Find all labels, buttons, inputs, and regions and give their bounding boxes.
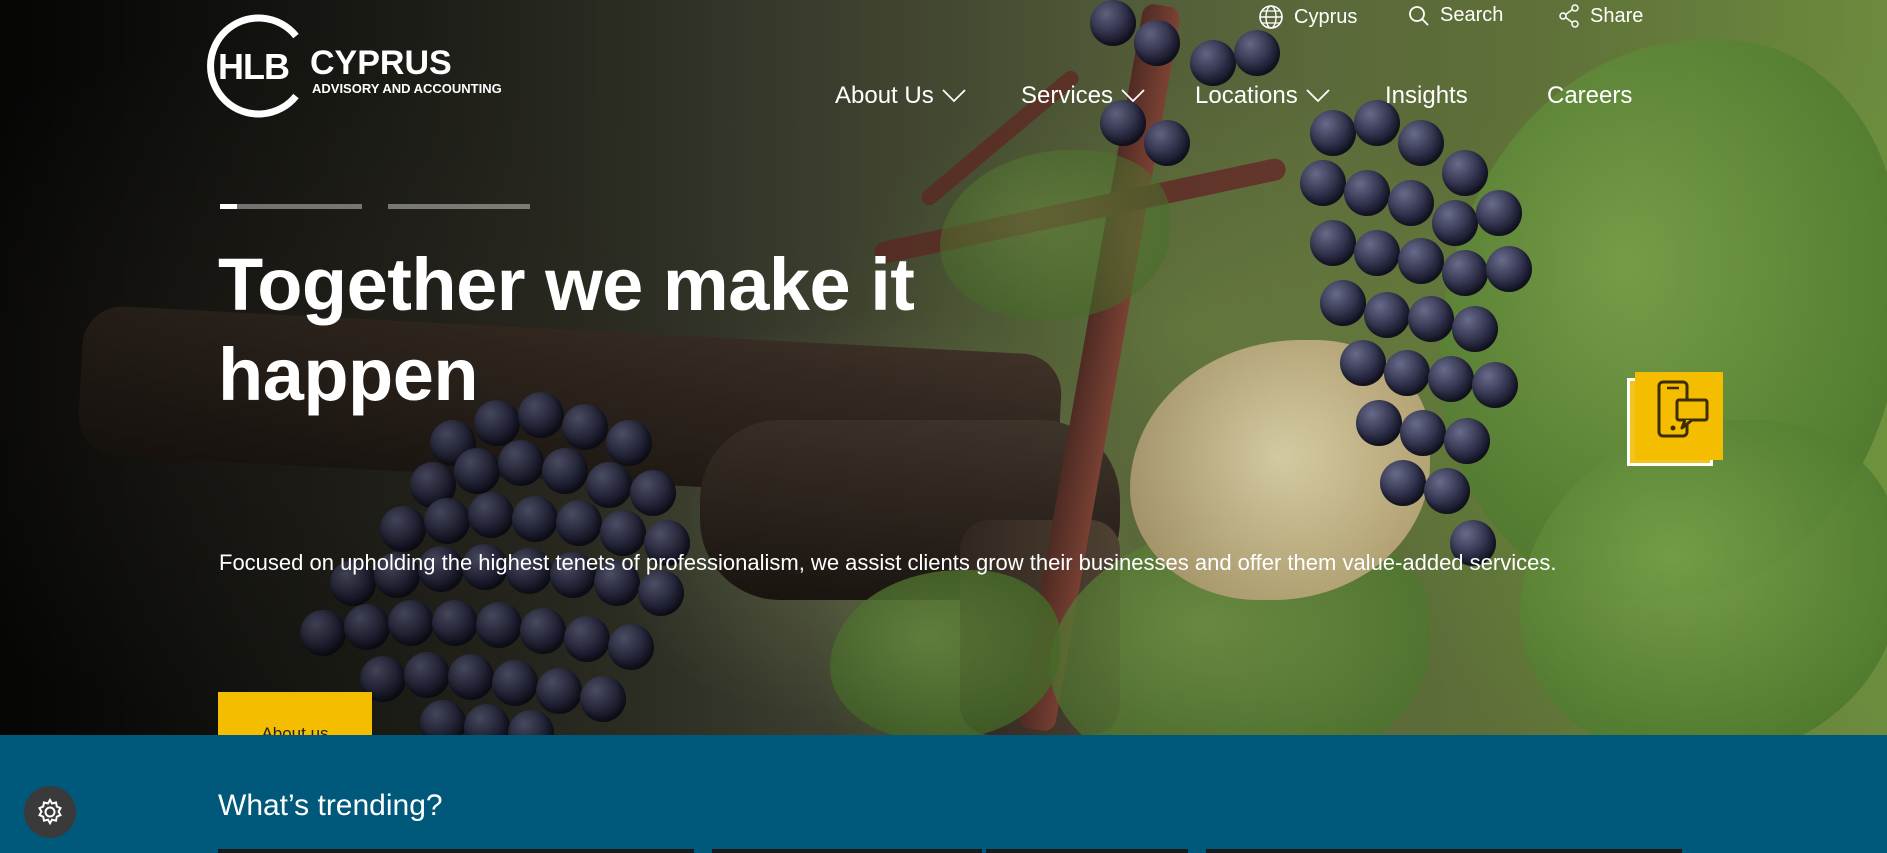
chevron-down-icon xyxy=(1306,89,1330,103)
nav-label: Insights xyxy=(1385,82,1468,109)
logo-name: CYPRUS xyxy=(310,44,452,82)
share-button[interactable]: Share xyxy=(1558,4,1643,28)
trend-card-edge xyxy=(218,849,694,853)
trending-title: What’s trending? xyxy=(218,789,443,822)
contact-button-face xyxy=(1635,372,1723,460)
nav-services[interactable]: Services xyxy=(1021,82,1145,110)
region-selector[interactable]: Cyprus xyxy=(1258,4,1357,30)
search-label: Search xyxy=(1440,4,1504,26)
trending-section-overlap xyxy=(0,735,1887,775)
chevron-down-icon xyxy=(942,89,966,103)
contact-chat-button[interactable] xyxy=(1627,372,1723,468)
globe-icon xyxy=(1259,5,1283,29)
region-label: Cyprus xyxy=(1294,5,1358,28)
share-icon xyxy=(1559,4,1579,28)
slide-progress-fill xyxy=(220,204,238,209)
nav-about-us[interactable]: About Us xyxy=(835,82,966,110)
nav-label: About Us xyxy=(835,82,934,109)
trend-card-edge xyxy=(712,849,982,853)
cookie-settings-button[interactable] xyxy=(24,786,76,838)
nav-careers[interactable]: Careers xyxy=(1547,82,1632,110)
nav-label: Services xyxy=(1021,82,1114,109)
nav-insights[interactable]: Insights xyxy=(1385,82,1468,110)
slide-indicator-2[interactable] xyxy=(388,204,530,209)
hero-subtext: Focused on upholding the highest tenets … xyxy=(219,550,1557,575)
logo-tagline: ADVISORY AND ACCOUNTING xyxy=(312,81,502,96)
nav-locations[interactable]: Locations xyxy=(1195,82,1330,110)
logo-graphic: HLB CYPRUS ADVISORY AND ACCOUNTING xyxy=(207,14,502,118)
chevron-down-icon xyxy=(1121,89,1145,103)
share-label: Share xyxy=(1590,4,1644,27)
trend-card-edge xyxy=(1206,849,1682,853)
hero-headline: Together we make it happen xyxy=(218,243,915,416)
logo-mark: HLB xyxy=(218,46,289,87)
mobile-chat-icon xyxy=(1657,380,1709,438)
search-icon xyxy=(1409,5,1429,26)
nav-label: Locations xyxy=(1195,82,1298,109)
hlb-cyprus-logo[interactable]: HLB CYPRUS ADVISORY AND ACCOUNTING xyxy=(206,14,546,118)
search-button[interactable]: Search xyxy=(1408,4,1503,27)
nav-label: Careers xyxy=(1547,82,1633,109)
gear-icon xyxy=(38,797,62,826)
trend-card-edge xyxy=(986,849,1188,853)
slide-indicator-1[interactable] xyxy=(220,204,362,209)
